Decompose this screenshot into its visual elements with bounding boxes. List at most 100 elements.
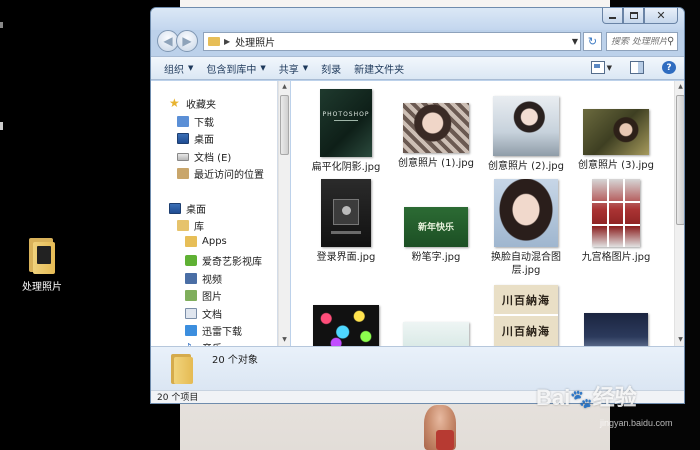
nav-pictures[interactable]: 图片 bbox=[185, 288, 222, 303]
burn-button[interactable]: 刻录 bbox=[321, 61, 341, 76]
nav-libraries[interactable]: 库 bbox=[177, 218, 204, 233]
share-menu[interactable]: 共享 ▼ bbox=[279, 61, 308, 76]
nav-desktop[interactable]: 桌面 bbox=[169, 201, 206, 216]
scroll-down-icon[interactable]: ▼ bbox=[676, 335, 684, 345]
title-bar[interactable]: ✕ bbox=[151, 8, 684, 30]
folder-icon bbox=[185, 236, 197, 247]
scrollbar-thumb[interactable] bbox=[676, 95, 684, 225]
file-name: 创意照片 (3).jpg bbox=[578, 160, 654, 171]
nav-xunlei-downloads[interactable]: 迅雷下载 bbox=[185, 323, 242, 338]
nav-label: 迅雷下载 bbox=[202, 327, 242, 338]
minimize-icon bbox=[609, 17, 616, 19]
chevron-down-icon: ▼ bbox=[260, 64, 266, 72]
scroll-down-icon[interactable]: ▼ bbox=[280, 335, 289, 345]
pictures-library-icon bbox=[185, 290, 197, 301]
file-name: 换脸自动混合图层.jpg bbox=[491, 252, 561, 276]
file-name: 扁平化阴影.jpg bbox=[311, 162, 381, 173]
include-in-library-menu[interactable]: 包含到库中 ▼ bbox=[206, 61, 265, 76]
folder-icon bbox=[208, 37, 220, 46]
new-folder-button[interactable]: 新建文件夹 bbox=[354, 61, 404, 76]
scroll-up-icon[interactable]: ▲ bbox=[280, 82, 289, 92]
file-item[interactable] bbox=[391, 322, 481, 346]
maximize-button[interactable] bbox=[623, 8, 644, 24]
nav-videos[interactable]: 视频 bbox=[185, 271, 222, 286]
nav-iqiyi-library[interactable]: 爱奇艺影视库 bbox=[185, 253, 262, 268]
watermark-url: jingyan.baidu.com bbox=[600, 418, 673, 428]
breadcrumb-arrow-icon[interactable]: ▶ bbox=[224, 37, 230, 46]
desktop-icon bbox=[177, 133, 189, 144]
file-item[interactable]: 创意照片 (3).jpg bbox=[571, 109, 661, 172]
file-thumbnail bbox=[493, 96, 559, 156]
navigation-scrollbar[interactable]: ▲ ▼ bbox=[278, 81, 290, 346]
help-icon[interactable]: ? bbox=[662, 61, 676, 74]
organize-menu[interactable]: 组织 ▼ bbox=[164, 61, 193, 76]
file-thumbnail: 川百納海 川百納海 bbox=[494, 285, 558, 346]
preview-pane-icon[interactable] bbox=[630, 61, 644, 74]
refresh-icon: ↻ bbox=[587, 35, 598, 48]
new-folder-label: 新建文件夹 bbox=[354, 64, 405, 76]
nav-label: 文档 bbox=[202, 310, 222, 321]
recent-places-icon bbox=[177, 168, 189, 179]
file-thumbnail: PHOTOSHOP bbox=[320, 89, 372, 157]
paw-icon: 🐾 bbox=[570, 389, 593, 409]
file-name: 九宫格图片.jpg bbox=[581, 252, 651, 263]
change-view-icon[interactable] bbox=[590, 61, 605, 74]
file-item[interactable]: 换脸自动混合图层.jpg bbox=[481, 179, 571, 277]
file-item[interactable]: 川百納海 川百納海 bbox=[481, 285, 571, 346]
file-item[interactable] bbox=[301, 305, 391, 346]
content-scrollbar[interactable]: ▲ ▼ bbox=[674, 81, 684, 346]
file-thumbnail bbox=[321, 179, 371, 247]
scroll-up-icon[interactable]: ▲ bbox=[676, 82, 684, 92]
file-thumbnail bbox=[494, 179, 558, 247]
search-icon[interactable]: ⚲ bbox=[667, 36, 674, 47]
search-box[interactable]: ⚲ bbox=[606, 32, 678, 51]
close-button[interactable]: ✕ bbox=[644, 8, 678, 24]
file-name: 创意照片 (1).jpg bbox=[398, 158, 474, 169]
file-item[interactable] bbox=[571, 313, 661, 346]
nav-label: 最近访问的位置 bbox=[194, 170, 264, 181]
nav-downloads[interactable]: 下载 bbox=[177, 114, 214, 129]
nav-label: 视频 bbox=[202, 275, 222, 286]
nav-favorites[interactable]: ★ 收藏夹 bbox=[169, 96, 216, 111]
drive-icon bbox=[177, 152, 189, 161]
iqiyi-icon bbox=[185, 255, 197, 266]
close-icon: ✕ bbox=[656, 9, 666, 22]
file-item[interactable]: 登录界面.jpg bbox=[301, 179, 391, 264]
desktop-folder-icon[interactable]: 处理照片 bbox=[18, 236, 66, 293]
nav-label: 库 bbox=[194, 222, 204, 233]
explorer-window: ✕ ◀ ▶ ▶ 处理照片 ▼ ↻ ⚲ 组织▼ 包含到库中▼ 共享▼ 刻录 新建文… bbox=[150, 7, 685, 404]
file-thumbnail bbox=[584, 313, 648, 346]
file-thumbnail bbox=[403, 322, 469, 346]
file-item[interactable]: 新年快乐 粉笔字.jpg bbox=[391, 207, 481, 264]
address-bar[interactable]: ▶ 处理照片 ▼ bbox=[203, 32, 581, 51]
file-item[interactable]: PHOTOSHOP 扁平化阴影.jpg bbox=[301, 89, 391, 174]
file-thumbnail bbox=[592, 179, 640, 247]
desktop-edge-mark bbox=[0, 122, 3, 130]
object-count: 20 个对象 bbox=[212, 355, 258, 366]
file-thumbnail bbox=[583, 109, 649, 155]
file-thumbnail: 新年快乐 bbox=[404, 207, 468, 247]
wallpaper-figure-detail bbox=[436, 430, 454, 450]
file-item[interactable]: 创意照片 (2).jpg bbox=[481, 96, 571, 173]
refresh-button[interactable]: ↻ bbox=[583, 32, 602, 51]
file-list: PHOTOSHOP 扁平化阴影.jpg 创意照片 (1).jpg 创意照片 (2… bbox=[291, 81, 674, 346]
chevron-down-icon[interactable]: ▼ bbox=[607, 64, 612, 72]
search-input[interactable] bbox=[611, 36, 667, 47]
desktop-edge-mark bbox=[0, 22, 3, 28]
nav-documents[interactable]: 文档 bbox=[185, 306, 222, 321]
minimize-button[interactable] bbox=[602, 8, 623, 24]
caption-buttons: ✕ bbox=[602, 8, 678, 24]
address-dropdown-icon[interactable]: ▼ bbox=[572, 33, 578, 50]
nav-recent-places[interactable]: 最近访问的位置 bbox=[177, 166, 264, 181]
file-name: 登录界面.jpg bbox=[316, 252, 376, 263]
file-item[interactable]: 九宫格图片.jpg bbox=[571, 179, 661, 264]
breadcrumb-current[interactable]: 处理照片 bbox=[235, 34, 275, 49]
scrollbar-thumb[interactable] bbox=[280, 95, 289, 155]
file-item[interactable]: 创意照片 (1).jpg bbox=[391, 103, 481, 170]
nav-apps[interactable]: Apps bbox=[185, 236, 227, 247]
nav-desktop-favorite[interactable]: 桌面 bbox=[177, 131, 214, 146]
nav-documents-e[interactable]: 文档 (E) bbox=[177, 149, 231, 164]
forward-button[interactable]: ▶ bbox=[176, 30, 198, 52]
desktop-icon bbox=[169, 203, 181, 214]
command-bar: 组织 ▼ 包含到库中 ▼ 共享 ▼ 刻录 新建文件夹 ▼ ? bbox=[151, 56, 684, 80]
